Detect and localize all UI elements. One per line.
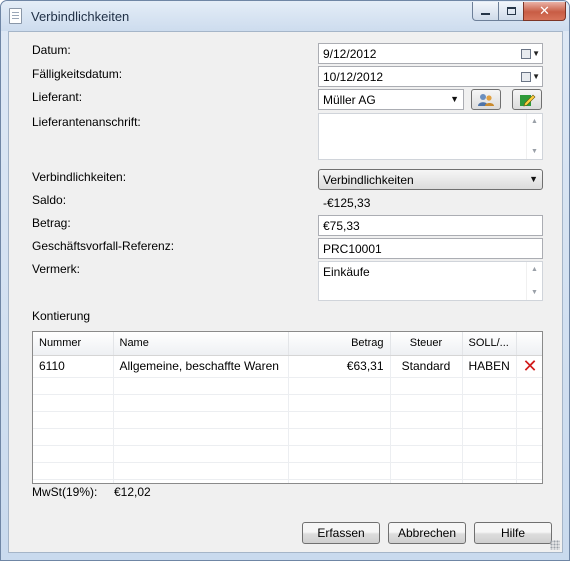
column-header-steuer[interactable]: Steuer	[390, 332, 463, 356]
faelligkeitsdatum-label: Fälligkeitsdatum:	[32, 67, 123, 81]
minimize-button[interactable]	[472, 2, 499, 21]
lieferantenanschrift-value	[319, 114, 542, 120]
datum-date-picker[interactable]: 9/12/2012 ▼	[318, 43, 543, 64]
lieferant-select-button[interactable]	[471, 89, 501, 110]
lieferant-dropdown[interactable]: Müller AG ▼	[318, 89, 464, 110]
lieferant-value: Müller AG	[323, 93, 376, 107]
saldo-value: -€125,33	[323, 196, 371, 210]
table-row-empty[interactable]	[33, 445, 542, 463]
erfassen-button[interactable]: Erfassen	[302, 522, 380, 544]
calendar-icon	[521, 71, 532, 82]
mwst-label: MwSt(19%):	[32, 485, 98, 499]
lieferantenanschrift-label: Lieferantenanschrift:	[32, 115, 141, 129]
table-row-empty[interactable]	[33, 394, 542, 412]
verbindlichkeiten-dropdown[interactable]: Verbindlichkeiten ▼	[318, 169, 543, 190]
chevron-down-icon: ▼	[450, 94, 459, 104]
kontierung-label: Kontierung	[32, 309, 91, 323]
referenz-input[interactable]: PRC10001	[318, 238, 543, 259]
lieferant-label: Lieferant:	[32, 90, 83, 104]
scroll-down-icon[interactable]: ▼	[531, 148, 538, 155]
dialog-client-area: Datum: 9/12/2012 ▼ Fälligkeitsdatum: 10/…	[8, 31, 563, 553]
maximize-icon	[506, 7, 516, 15]
datum-label: Datum:	[32, 43, 71, 57]
people-icon	[478, 93, 494, 106]
chevron-down-icon: ▼	[532, 72, 540, 81]
table-row-empty[interactable]	[33, 428, 542, 446]
lieferantenanschrift-scrollbar[interactable]: ▲ ▼	[526, 114, 542, 159]
faelligkeitsdatum-calendar-button[interactable]: ▼	[520, 69, 540, 84]
close-icon: ✕	[539, 3, 550, 18]
table-row-empty[interactable]	[33, 462, 542, 480]
lieferant-edit-button[interactable]	[512, 89, 542, 110]
edit-icon	[520, 94, 536, 106]
cell-nummer[interactable]: 6110	[33, 355, 114, 378]
mwst-value: €12,02	[114, 485, 151, 499]
chevron-down-icon: ▼	[532, 49, 540, 58]
scroll-up-icon[interactable]: ▲	[531, 118, 538, 125]
table-row-empty[interactable]	[33, 479, 542, 483]
saldo-label: Saldo:	[32, 193, 67, 207]
column-header-nummer[interactable]: Nummer	[33, 332, 114, 356]
close-button[interactable]: ✕	[523, 2, 566, 21]
faelligkeitsdatum-date-picker[interactable]: 10/12/2012 ▼	[318, 66, 543, 87]
betrag-input[interactable]: €75,33	[318, 215, 543, 236]
cell-soll[interactable]: HABEN	[462, 355, 517, 378]
column-header-soll[interactable]: SOLL/...	[462, 332, 517, 356]
window-title: Verbindlichkeiten	[31, 9, 130, 24]
column-header-betrag[interactable]: Betrag	[288, 332, 391, 356]
vermerk-label: Vermerk:	[32, 262, 81, 276]
hilfe-button[interactable]: Hilfe	[474, 522, 552, 544]
betrag-label: Betrag:	[32, 216, 71, 230]
saldo-value-field: -€125,33	[318, 192, 543, 213]
dialog-window: Verbindlichkeiten ✕ Datum: 9/12/2012 ▼ F…	[0, 0, 570, 561]
minimize-icon	[481, 13, 490, 15]
verbindlichkeiten-label: Verbindlichkeiten:	[32, 170, 127, 184]
betrag-value: €75,33	[323, 219, 360, 233]
scroll-down-icon[interactable]: ▼	[531, 289, 538, 296]
document-icon	[9, 8, 22, 24]
maximize-button[interactable]	[498, 2, 524, 21]
vermerk-textarea[interactable]: Einkäufe ▲ ▼	[318, 261, 543, 301]
kontierung-grid[interactable]: Nummer Name Betrag Steuer SOLL/... 6110 …	[32, 331, 543, 484]
datum-value: 9/12/2012	[323, 47, 377, 61]
table-row-empty[interactable]	[33, 377, 542, 395]
datum-calendar-button[interactable]: ▼	[520, 46, 540, 61]
referenz-value: PRC10001	[323, 242, 382, 256]
vermerk-scrollbar[interactable]: ▲ ▼	[526, 262, 542, 300]
faelligkeitsdatum-value: 10/12/2012	[323, 70, 384, 84]
abbrechen-button[interactable]: Abbrechen	[388, 522, 466, 544]
delete-icon: ✕	[522, 356, 538, 376]
kontierung-table: Nummer Name Betrag Steuer SOLL/... 6110 …	[33, 332, 542, 483]
resize-grip[interactable]	[550, 540, 560, 550]
delete-row-button[interactable]: ✕	[516, 355, 542, 378]
vermerk-value: Einkäufe	[323, 265, 370, 279]
verbindlichkeiten-value: Verbindlichkeiten	[323, 173, 414, 187]
cell-steuer[interactable]: Standard	[390, 355, 463, 378]
cell-name[interactable]: Allgemeine, beschaffte Waren	[113, 355, 289, 378]
column-header-action	[516, 332, 542, 356]
table-row[interactable]: 6110 Allgemeine, beschaffte Waren €63,31…	[33, 355, 542, 378]
referenz-label: Geschäftsvorfall-Referenz:	[32, 239, 175, 253]
column-header-name[interactable]: Name	[113, 332, 289, 356]
chevron-down-icon: ▼	[529, 174, 538, 184]
calendar-icon	[521, 48, 532, 59]
scroll-up-icon[interactable]: ▲	[531, 266, 538, 273]
lieferantenanschrift-textarea[interactable]: ▲ ▼	[318, 113, 543, 160]
title-bar[interactable]: Verbindlichkeiten ✕	[1, 1, 569, 31]
table-row-empty[interactable]	[33, 411, 542, 429]
cell-betrag[interactable]: €63,31	[288, 355, 391, 378]
